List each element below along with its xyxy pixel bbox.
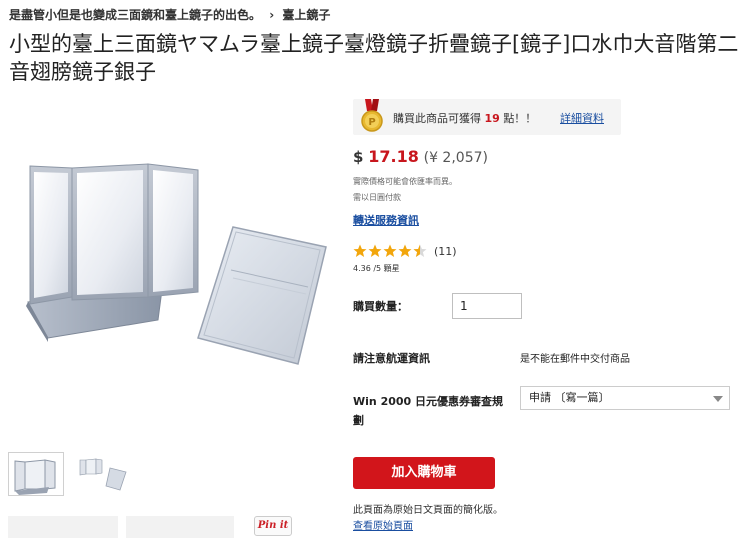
points-suffix: 點！！ bbox=[503, 112, 537, 125]
coupon-select[interactable]: 申請 〔寫一篇〕 bbox=[520, 386, 730, 410]
product-title: 小型的臺上三面鏡ヤマムラ臺上鏡子臺燈鏡子折疊鏡子[鏡子]口水巾大音階第二音翅膀鏡… bbox=[9, 32, 739, 84]
view-original-page-link[interactable]: 查看原始頁面 bbox=[353, 517, 413, 532]
price-usd: 17.18 bbox=[368, 147, 419, 166]
review-count[interactable]: (11) bbox=[434, 245, 457, 258]
thumbnail-2[interactable] bbox=[74, 452, 130, 496]
chevron-down-icon bbox=[713, 396, 723, 402]
additional-image-2[interactable] bbox=[126, 516, 234, 538]
price-yen: (¥ 2,057) bbox=[423, 150, 488, 166]
points-prefix: 購買此商品可獲得 bbox=[393, 112, 481, 125]
rating-score: 4.36 /5 顆星 bbox=[353, 264, 400, 273]
price-note-exchange: 實際價格可能會依匯率而異。 bbox=[353, 177, 457, 186]
thumbnail-1[interactable] bbox=[8, 452, 64, 496]
medal-icon: P bbox=[359, 99, 385, 133]
product-main-image[interactable] bbox=[8, 142, 338, 392]
star-icon bbox=[398, 244, 412, 257]
points-value: 19 bbox=[484, 112, 500, 125]
additional-image-1[interactable] bbox=[8, 516, 118, 538]
shipping-info-link[interactable]: 轉送服務資訊 bbox=[353, 212, 419, 228]
quantity-input[interactable] bbox=[452, 293, 522, 319]
half-star-icon bbox=[413, 244, 427, 257]
add-to-cart-button[interactable]: 加入購物車 bbox=[353, 457, 495, 489]
coupon-selected-value: 申請 〔寫一篇〕 bbox=[529, 391, 610, 404]
currency-symbol: $ bbox=[353, 148, 364, 166]
rating-stars[interactable]: (11) bbox=[353, 244, 457, 258]
price-note-yen: 需以日圓付款 bbox=[353, 193, 401, 202]
svg-text:P: P bbox=[368, 117, 375, 128]
star-icon bbox=[368, 244, 382, 257]
shipping-notice-label: 請注意航運資訊 bbox=[353, 352, 430, 365]
additional-images-row: Pin it bbox=[8, 514, 298, 538]
points-details-link[interactable]: 詳細資料 bbox=[560, 110, 604, 126]
star-icon bbox=[353, 244, 367, 257]
shipping-notice-value: 是不能在郵件中交付商品 bbox=[520, 354, 630, 365]
star-icon bbox=[383, 244, 397, 257]
breadcrumb-current[interactable]: 臺上鏡子 bbox=[282, 8, 330, 22]
quantity-label: 購買數量： bbox=[353, 300, 408, 313]
points-banner: P 購買此商品可獲得 19 點！！ 詳細資料 bbox=[353, 99, 621, 135]
breadcrumb-separator: › bbox=[269, 8, 275, 22]
points-message: 購買此商品可獲得 19 點！！ bbox=[393, 110, 536, 126]
breadcrumb: 是盡管小但是也變成三面鏡和臺上鏡子的出色。 › 臺上鏡子 bbox=[9, 6, 330, 23]
breadcrumb-category[interactable]: 是盡管小但是也變成三面鏡和臺上鏡子的出色。 bbox=[9, 8, 261, 22]
pinterest-pin-button[interactable]: Pin it bbox=[254, 516, 292, 536]
coupon-label: Win 2000 日元優惠券審查規劃 bbox=[353, 395, 504, 427]
price: $ 17.18 (¥ 2,057) bbox=[353, 147, 488, 166]
simplified-page-note: 此頁面為原始日文頁面的簡化版。 bbox=[353, 505, 503, 516]
